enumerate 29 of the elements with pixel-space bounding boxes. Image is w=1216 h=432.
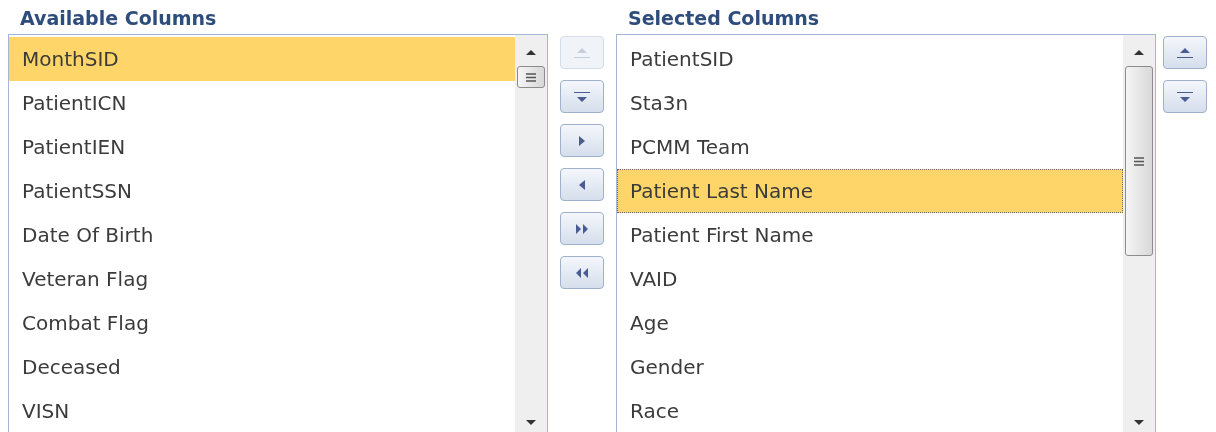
add-button[interactable] xyxy=(560,124,604,157)
move-up-icon xyxy=(1176,46,1194,59)
grip-icon xyxy=(525,72,537,82)
double-caret-right-icon xyxy=(575,222,589,235)
list-item[interactable]: Patient Last Name xyxy=(617,169,1123,213)
list-title: Available Columns xyxy=(19,6,218,31)
move-down-button[interactable] xyxy=(1163,80,1207,113)
scroll-down-icon[interactable] xyxy=(525,419,537,426)
caret-left-icon xyxy=(578,178,586,191)
add-all-button[interactable] xyxy=(560,212,604,245)
double-caret-left-icon xyxy=(575,266,589,279)
move-down-icon xyxy=(573,90,591,103)
list-item[interactable]: MonthSID xyxy=(9,37,515,81)
scrollbar[interactable] xyxy=(1123,35,1155,432)
remove-all-button[interactable] xyxy=(560,256,604,289)
scroll-thumb[interactable] xyxy=(1125,66,1153,256)
move-up-button[interactable] xyxy=(1163,36,1207,69)
move-down-icon xyxy=(1176,90,1194,103)
move-down-button[interactable] xyxy=(560,80,604,113)
scrollbar[interactable] xyxy=(515,35,547,432)
grip-icon xyxy=(1133,156,1145,166)
scroll-up-icon[interactable] xyxy=(1133,49,1145,56)
scroll-up-icon[interactable] xyxy=(525,49,537,56)
scroll-thumb[interactable] xyxy=(517,66,545,88)
scroll-down-icon[interactable] xyxy=(1133,419,1145,426)
move-up-icon xyxy=(573,46,591,59)
remove-button[interactable] xyxy=(560,168,604,201)
caret-right-icon xyxy=(578,134,586,147)
list-title: Selected Columns xyxy=(627,6,821,31)
